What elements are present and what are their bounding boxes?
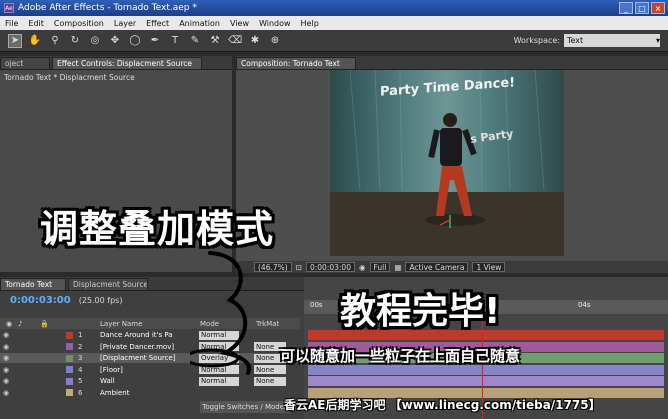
menu-animation[interactable]: Animation: [174, 19, 225, 28]
snapshot-icon[interactable]: ⊡: [296, 263, 302, 272]
effect-controls-subtitle: Tornado Text * Displacment Source: [4, 73, 135, 82]
close-icon[interactable]: ×: [651, 2, 665, 14]
label-color-swatch[interactable]: [66, 354, 73, 362]
label-color-swatch[interactable]: [66, 343, 73, 350]
layer-name[interactable]: Ambient: [100, 389, 194, 397]
menu-file[interactable]: File: [0, 19, 23, 28]
viewer-scene: [330, 70, 564, 256]
region-icon[interactable]: ▦: [394, 263, 401, 272]
brush-tool-icon[interactable]: ✎: [188, 34, 202, 48]
hand-drawn-annotation: [190, 251, 251, 375]
rotate-tool-icon[interactable]: ↻: [68, 34, 82, 48]
label-color-swatch[interactable]: [66, 366, 73, 373]
menu-window[interactable]: Window: [254, 19, 296, 28]
title-bar: Ae Adobe After Effects - Tornado Text.ae…: [0, 0, 668, 16]
layer-name[interactable]: [Floor]: [100, 366, 194, 374]
current-time-display[interactable]: 0:00:03:00: [305, 262, 355, 272]
eye-icon[interactable]: ◉: [3, 366, 11, 374]
tab-effect-controls[interactable]: Effect Controls: Displacment Source: [52, 57, 202, 69]
layer-name[interactable]: Dance Around it's Pa: [100, 331, 194, 339]
layer-number: 2: [78, 342, 83, 351]
caption-done: 教程完毕!: [340, 291, 501, 332]
workspace-selector: Workspace: Text ▾: [514, 34, 660, 47]
layer-number: 4: [78, 365, 83, 374]
menu-view[interactable]: View: [225, 19, 254, 28]
tab-tornado-text[interactable]: Tornado Text: [0, 278, 66, 290]
eye-icon[interactable]: ◉: [3, 331, 11, 339]
blend-mode-dropdown[interactable]: Normal: [199, 376, 239, 386]
caption-main: 调整叠加模式: [40, 207, 275, 251]
label-color-swatch[interactable]: [66, 389, 73, 396]
hand-tool-icon[interactable]: ✋: [28, 34, 42, 48]
layer-duration-bar[interactable]: [308, 364, 664, 375]
toggle-switches-modes-button[interactable]: Toggle Switches / Modes: [200, 401, 290, 413]
eye-icon[interactable]: ◉: [3, 343, 11, 351]
left-panel-tabs: oject Effect Controls: Displacment Sourc…: [0, 56, 232, 70]
layer-number: 1: [78, 331, 83, 339]
timeline-timecode[interactable]: 0:00:03:00: [10, 295, 71, 306]
window-controls: _ □ ×: [619, 2, 665, 14]
viewer-controls: (46.7%) ⊡ 0:00:03:00 ◉ Full ▦ Active Cam…: [236, 261, 668, 273]
view-layout-dropdown[interactable]: 1 View: [472, 262, 506, 272]
caption-sub: 可以随意加一些粒子在上面自己随意: [280, 347, 521, 365]
eye-icon[interactable]: ◉: [3, 389, 11, 397]
puppet-tool-icon[interactable]: ✱: [248, 34, 262, 48]
chevron-down-icon: ▾: [655, 36, 660, 45]
lock-column-icon: 🔒: [40, 319, 49, 328]
eraser-tool-icon[interactable]: ⌫: [228, 34, 242, 48]
axis-mode-icon[interactable]: ⊕: [268, 34, 282, 48]
layer-name[interactable]: Wall: [100, 377, 194, 385]
composition-viewer[interactable]: Party Time Dance! s Party: [330, 70, 564, 256]
camera-icon[interactable]: ◉: [359, 263, 366, 272]
type-tool-icon[interactable]: T: [168, 34, 182, 48]
layer-number: 6: [78, 388, 83, 397]
label-color-swatch[interactable]: [66, 377, 73, 385]
resolution-dropdown[interactable]: Full: [369, 262, 391, 272]
trkmat-dropdown[interactable]: None: [254, 376, 286, 386]
selection-tool-icon[interactable]: ➤: [8, 33, 22, 48]
menu-bar: File Edit Composition Layer Effect Anima…: [0, 16, 668, 30]
tab-project[interactable]: oject: [0, 57, 50, 69]
tools-panel: ➤ ✋ ⚲ ↻ ◎ ✥ ◯ ✒ T ✎ ⚒ ⌫ ✱ ⊕ Workspace: T…: [0, 30, 668, 52]
ruler-label-04s: 04s: [578, 301, 591, 309]
layer-name[interactable]: [Private Dancer.mov]: [100, 343, 194, 351]
col-layer-name[interactable]: Layer Name: [100, 320, 142, 328]
layer-duration-bar[interactable]: [308, 376, 664, 386]
window-title: Adobe After Effects - Tornado Text.aep *: [18, 3, 197, 13]
eye-icon[interactable]: ◉: [3, 377, 11, 385]
tab-composition[interactable]: Composition: Tornado Text: [236, 57, 356, 69]
zoom-tool-icon[interactable]: ⚲: [48, 34, 62, 48]
workspace-dropdown[interactable]: Text ▾: [564, 34, 660, 47]
eye-column-icon: ◉: [6, 319, 13, 328]
table-row[interactable]: ◉ 5 Wall Normal None: [0, 376, 300, 386]
comp-panel-tabs: Composition: Tornado Text: [236, 56, 668, 70]
tab-displacment-source[interactable]: Displacment Source: [68, 278, 148, 290]
ruler-label-start: 00s: [310, 301, 323, 309]
menu-effect[interactable]: Effect: [141, 19, 174, 28]
eye-icon[interactable]: ◉: [3, 354, 11, 362]
pen-tool-icon[interactable]: ✒: [148, 34, 162, 48]
timeline-fps: (25.00 fps): [78, 295, 123, 305]
menu-edit[interactable]: Edit: [23, 19, 49, 28]
layer-number: 3: [78, 354, 83, 362]
camera-orbit-icon[interactable]: ◎: [88, 34, 102, 48]
label-color-swatch[interactable]: [66, 331, 73, 339]
after-effects-icon: Ae: [4, 3, 14, 13]
mask-tool-icon[interactable]: ◯: [128, 34, 142, 48]
caption-footer: 香云AE后期学习吧 【www.linecg.com/tieba/1775】: [284, 398, 601, 412]
camera-dropdown[interactable]: Active Camera: [405, 262, 469, 272]
pan-behind-icon[interactable]: ✥: [108, 34, 122, 48]
audio-column-icon: ♪: [18, 319, 23, 328]
layer-number: 5: [78, 377, 83, 385]
workspace-value: Text: [567, 36, 584, 45]
table-row[interactable]: ◉ 6 Ambient: [0, 388, 300, 398]
maximize-icon[interactable]: □: [635, 2, 649, 14]
menu-help[interactable]: Help: [296, 19, 324, 28]
clone-stamp-icon[interactable]: ⚒: [208, 34, 222, 48]
minimize-icon[interactable]: _: [619, 2, 633, 14]
menu-layer[interactable]: Layer: [109, 19, 141, 28]
workspace-label: Workspace:: [513, 36, 560, 45]
menu-composition[interactable]: Composition: [49, 19, 109, 28]
layer-name[interactable]: [Displacment Source]: [100, 354, 194, 362]
